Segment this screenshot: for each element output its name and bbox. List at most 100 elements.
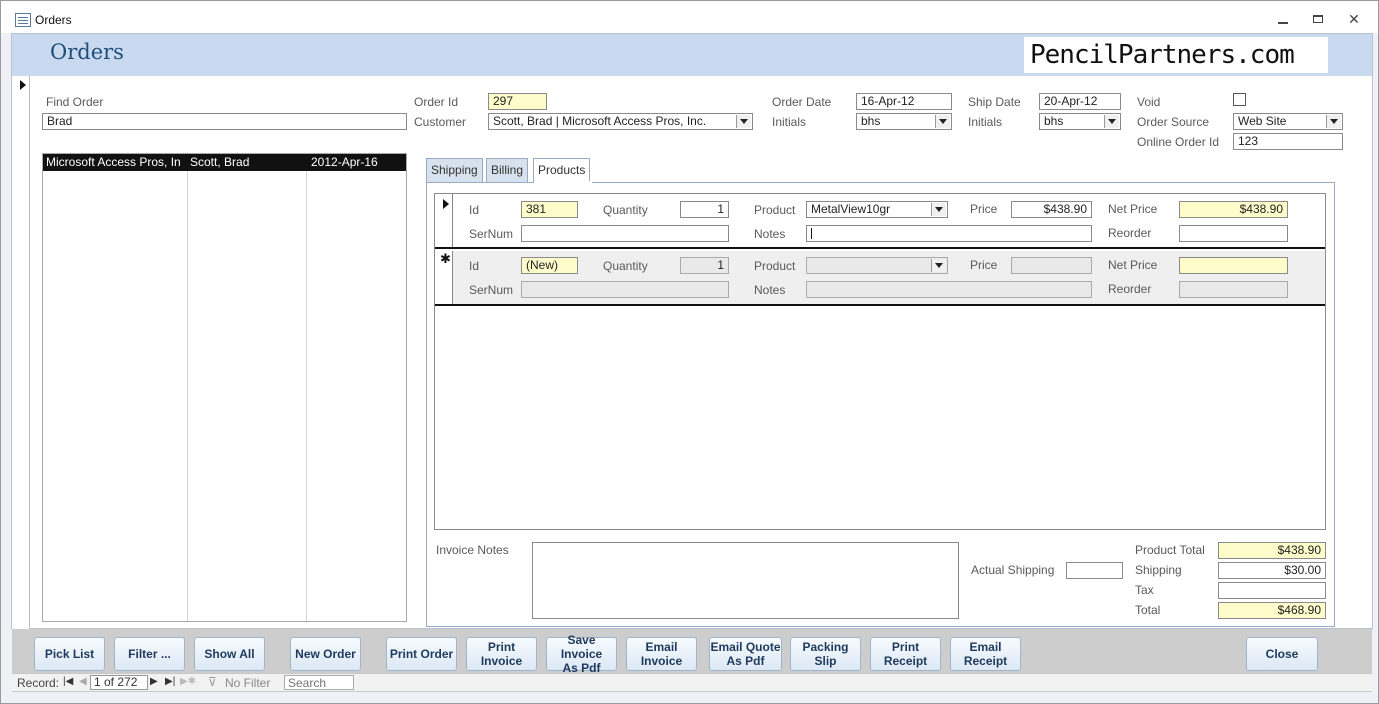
close-window-icon[interactable]: ✕ bbox=[1347, 11, 1361, 27]
product-total-label: Product Total bbox=[1135, 543, 1205, 557]
row1-quantity-field[interactable]: 1 bbox=[680, 201, 729, 218]
new-net-price-label: Net Price bbox=[1108, 258, 1158, 272]
email-receipt-button[interactable]: Email Receipt bbox=[950, 637, 1021, 671]
row1-sernum-label: SerNum bbox=[469, 227, 514, 241]
search-input[interactable] bbox=[284, 675, 354, 690]
order-id-field[interactable]: 297 bbox=[488, 93, 547, 110]
no-filter-indicator[interactable]: No Filter bbox=[225, 676, 270, 690]
row1-net-price-label: Net Price bbox=[1108, 202, 1158, 216]
previous-record-icon[interactable]: ◀ bbox=[79, 676, 87, 687]
new-reorder-label: Reorder bbox=[1108, 282, 1152, 296]
online-order-id-field[interactable]: 123 bbox=[1233, 133, 1343, 150]
tab-products[interactable]: Products bbox=[533, 158, 591, 183]
row1-notes-field[interactable] bbox=[806, 225, 1092, 242]
new-quantity-label: Quantity bbox=[603, 259, 648, 273]
total-field[interactable]: $468.90 bbox=[1218, 602, 1326, 619]
new-notes-field[interactable] bbox=[806, 281, 1092, 298]
row-selector[interactable] bbox=[435, 194, 453, 247]
order-source-label: Order Source bbox=[1137, 115, 1210, 129]
chevron-down-icon[interactable] bbox=[931, 259, 946, 272]
new-product-combo[interactable] bbox=[806, 257, 948, 274]
new-sernum-label: SerNum bbox=[469, 283, 514, 297]
new-product-label: Product bbox=[754, 259, 796, 273]
row1-product-combo[interactable]: MetalView10gr bbox=[806, 201, 948, 218]
void-checkbox[interactable] bbox=[1233, 93, 1246, 106]
close-button[interactable]: Close bbox=[1246, 637, 1318, 671]
new-price-label: Price bbox=[970, 258, 998, 272]
tab-billing[interactable]: Billing bbox=[486, 158, 529, 182]
new-quantity-field[interactable]: 1 bbox=[680, 257, 729, 274]
row1-price-field[interactable]: $438.90 bbox=[1011, 201, 1092, 218]
restore-icon[interactable] bbox=[1312, 14, 1324, 25]
email-quote-pdf-button[interactable]: Email Quote As Pdf bbox=[709, 637, 782, 671]
product-total-field[interactable]: $438.90 bbox=[1218, 542, 1326, 559]
order-source-value: Web Site bbox=[1238, 114, 1287, 128]
show-all-button[interactable]: Show All bbox=[194, 637, 265, 671]
row1-net-price-field[interactable]: $438.90 bbox=[1179, 201, 1288, 218]
row1-price-label: Price bbox=[970, 202, 998, 216]
company-logo: PencilPartners.com bbox=[1024, 37, 1328, 73]
ship-initials-combo[interactable]: bhs bbox=[1039, 113, 1121, 130]
void-label: Void bbox=[1137, 95, 1161, 109]
chevron-down-icon[interactable] bbox=[931, 203, 946, 216]
filter-funnel-icon: ⊽ bbox=[208, 675, 217, 689]
row1-quantity-label: Quantity bbox=[603, 203, 648, 217]
next-record-icon[interactable]: ▶ bbox=[150, 676, 158, 687]
new-price-field[interactable] bbox=[1011, 257, 1092, 274]
new-record-icon: ✱ bbox=[440, 251, 451, 266]
new-id-label: Id bbox=[469, 259, 480, 273]
list-item[interactable]: Microsoft Access Pros, In Scott, Brad 20… bbox=[43, 154, 406, 171]
row1-reorder-field[interactable] bbox=[1179, 225, 1288, 242]
ship-initials-label: Initials bbox=[968, 115, 1003, 129]
row1-product-value: MetalView10gr bbox=[811, 202, 891, 216]
invoice-notes-textarea[interactable] bbox=[532, 542, 959, 619]
ship-date-field[interactable]: 20-Apr-12 bbox=[1039, 93, 1121, 110]
find-order-label: Find Order bbox=[46, 95, 104, 109]
actual-shipping-field[interactable] bbox=[1066, 562, 1123, 579]
row1-id-label: Id bbox=[469, 203, 480, 217]
row1-product-label: Product bbox=[754, 203, 796, 217]
new-notes-label: Notes bbox=[754, 283, 786, 297]
chevron-down-icon[interactable] bbox=[736, 115, 751, 128]
tax-field[interactable] bbox=[1218, 582, 1326, 599]
current-record-arrow-icon bbox=[20, 80, 26, 90]
list-item-date: 2012-Apr-16 bbox=[311, 155, 378, 169]
order-date-field[interactable]: 16-Apr-12 bbox=[856, 93, 952, 110]
record-position-field[interactable]: 1 of 272 bbox=[90, 675, 148, 690]
print-invoice-button[interactable]: Print Invoice bbox=[466, 637, 537, 671]
last-record-icon[interactable]: ▶| bbox=[165, 676, 175, 687]
save-invoice-pdf-button[interactable]: Save Invoice As Pdf bbox=[546, 633, 617, 675]
minimize-icon[interactable] bbox=[1277, 15, 1289, 25]
chevron-down-icon[interactable] bbox=[1104, 115, 1119, 128]
record-label: Record: bbox=[17, 676, 60, 690]
print-receipt-button[interactable]: Print Receipt bbox=[870, 637, 941, 671]
chevron-down-icon[interactable] bbox=[935, 115, 950, 128]
customer-combo[interactable]: Scott, Brad | Microsoft Access Pros, Inc… bbox=[488, 113, 753, 130]
new-row-selector[interactable]: ✱ bbox=[435, 251, 453, 304]
new-id-field[interactable]: (New) bbox=[521, 257, 578, 274]
packing-slip-button[interactable]: Packing Slip bbox=[790, 637, 861, 671]
filter-button[interactable]: Filter ... bbox=[114, 637, 185, 671]
chevron-down-icon[interactable] bbox=[1326, 115, 1341, 128]
record-selector[interactable] bbox=[12, 76, 30, 629]
form-icon bbox=[15, 13, 31, 27]
new-reorder-field[interactable] bbox=[1179, 281, 1288, 298]
shipping-field[interactable]: $30.00 bbox=[1218, 562, 1326, 579]
row1-sernum-field[interactable] bbox=[521, 225, 729, 242]
new-order-button[interactable]: New Order bbox=[290, 637, 361, 671]
order-source-combo[interactable]: Web Site bbox=[1233, 113, 1343, 130]
pick-list-button[interactable]: Pick List bbox=[34, 637, 105, 671]
customer-label: Customer bbox=[414, 115, 467, 129]
order-initials-combo[interactable]: bhs bbox=[856, 113, 952, 130]
find-order-input[interactable]: Brad bbox=[42, 113, 407, 130]
email-invoice-button[interactable]: Email Invoice bbox=[626, 637, 697, 671]
order-results-list[interactable]: Microsoft Access Pros, In Scott, Brad 20… bbox=[42, 153, 407, 622]
text-cursor bbox=[811, 228, 812, 239]
print-order-button[interactable]: Print Order bbox=[386, 637, 457, 671]
new-sernum-field[interactable] bbox=[521, 281, 729, 298]
new-record-nav-icon[interactable]: ▶✱ bbox=[180, 676, 196, 687]
tab-shipping[interactable]: Shipping bbox=[426, 158, 483, 182]
new-net-price-field[interactable] bbox=[1179, 257, 1288, 274]
first-record-icon[interactable]: |◀ bbox=[63, 676, 73, 687]
row1-id-field[interactable]: 381 bbox=[521, 201, 578, 218]
